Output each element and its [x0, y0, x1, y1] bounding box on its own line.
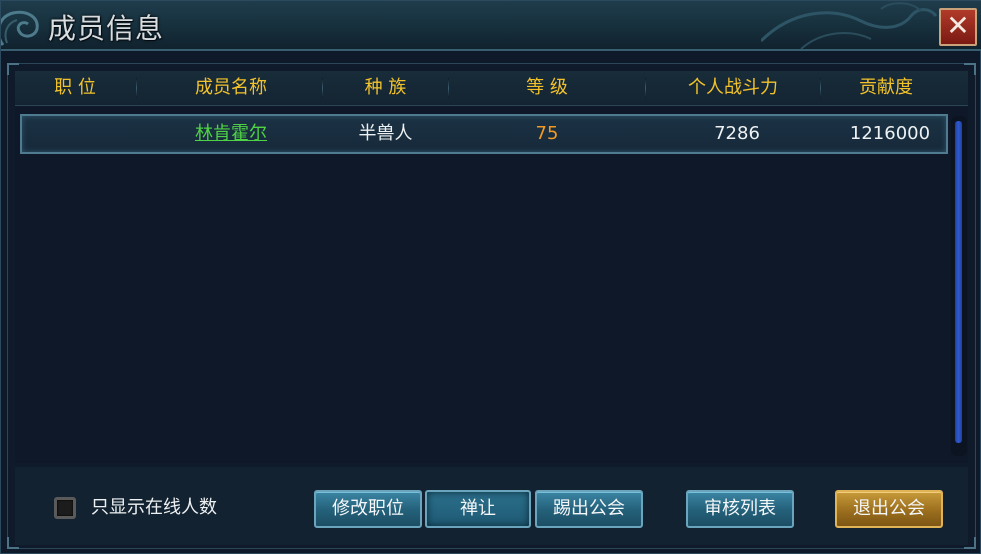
scrollbar-thumb[interactable]: [955, 121, 962, 443]
member-combat-power: 7286: [714, 123, 760, 144]
title-bar: 成员信息 ✕: [1, 1, 981, 51]
column-header-name[interactable]: 成员名称: [137, 71, 325, 105]
close-icon: ✕: [946, 9, 970, 42]
column-header-position[interactable]: 职 位: [15, 71, 135, 105]
review-list-button[interactable]: 审核列表: [686, 490, 794, 528]
column-header-level[interactable]: 等 级: [449, 71, 645, 105]
member-list: [15, 107, 968, 463]
title-flourish-icon: [761, 2, 938, 49]
leave-guild-button[interactable]: 退出公会: [835, 490, 943, 528]
online-only-checkbox[interactable]: [54, 497, 76, 519]
abdicate-button[interactable]: 禅让: [425, 490, 531, 528]
list-scrollbar[interactable]: [951, 116, 967, 456]
table-header: 职 位 成员名称 种 族 等 级 个人战斗力 贡献度: [15, 71, 968, 106]
member-contribution: 1216000: [849, 123, 931, 144]
title-ornament-icon: [1, 10, 39, 46]
member-name-link[interactable]: 林肯霍尔: [137, 116, 325, 152]
column-header-race[interactable]: 种 族: [323, 71, 448, 105]
table-row[interactable]: 林肯霍尔 半兽人 75 7286 1216000: [20, 114, 948, 154]
column-header-contribution[interactable]: 贡献度: [821, 71, 951, 105]
online-only-label[interactable]: 只显示在线人数: [91, 495, 217, 521]
window-title: 成员信息: [48, 12, 165, 45]
member-info-window: 成员信息 ✕ 职 位 成员名称 种 族 等 级 个人战斗力 贡献度 林肯霍尔 半…: [0, 0, 981, 554]
kick-member-button[interactable]: 踢出公会: [535, 490, 643, 528]
member-race: 半兽人: [358, 123, 413, 144]
close-button[interactable]: ✕: [939, 8, 977, 46]
column-header-combat-power[interactable]: 个人战斗力: [646, 71, 820, 105]
modify-position-button[interactable]: 修改职位: [314, 490, 422, 528]
member-level: 75: [535, 123, 559, 144]
member-position: [22, 116, 132, 152]
